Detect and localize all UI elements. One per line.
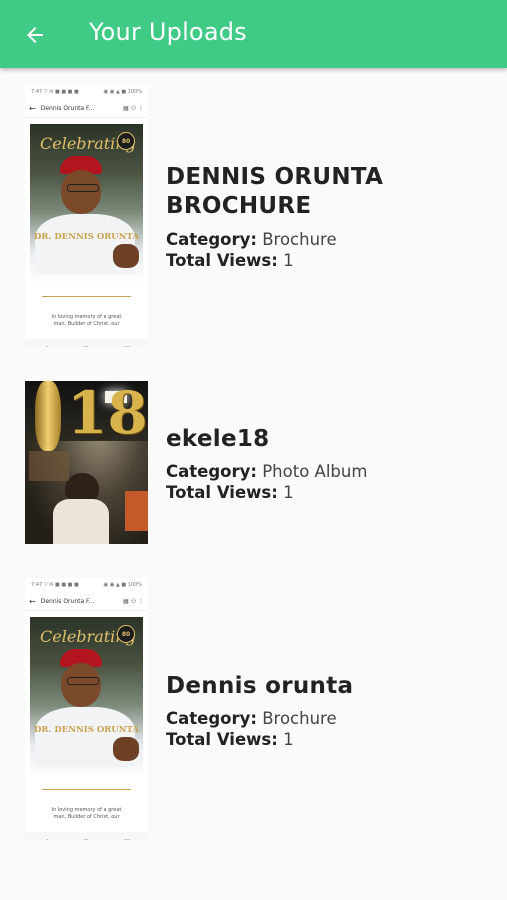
upload-views: Total Views: 1 (166, 730, 294, 749)
brochure-page: In loving memory of a great man, Builder… (30, 284, 143, 339)
brochure-thumbnail: 7:47 ▽ ✉ ■ ■ ■ ■ ▣ ▣ ▲ ■ 100% ← Dennis Or… (25, 85, 148, 347)
upload-title: Dennis orunta (166, 673, 354, 699)
upload-views: Total Views: 1 (166, 251, 294, 270)
upload-item[interactable]: 7:47 ▽ ✉ ■ ■ ■ ■ ▣ ▣ ▲ ■ 100% ← Dennis Or… (0, 85, 507, 347)
brochure-thumbnail: 7:47 ▽ ✉ ■ ■ ■ ■ ▣ ▣ ▲ ■ 100% ← Dennis Or… (25, 578, 148, 840)
page-title: Your Uploads (89, 18, 247, 46)
upload-info: ekele18 Category: Photo Album Total View… (166, 425, 367, 503)
birthday-photo: 18 (25, 381, 148, 544)
upload-category: Category: Brochure (166, 230, 337, 249)
upload-item[interactable]: 18 ekele18 Category: Photo Album Total V… (0, 381, 507, 544)
phone-status-bar: 7:47 ▽ ✉ ■ ■ ■ ■ ▣ ▣ ▲ ■ 100% (31, 89, 142, 95)
phone-app-bar: ← Dennis Orunta F... ▤ ⚇ ⋮ (25, 99, 148, 118)
upload-category: Category: Photo Album (166, 462, 368, 481)
upload-title: ekele18 (166, 426, 270, 452)
back-button[interactable] (14, 14, 56, 56)
upload-title: DENNIS ORUNTA BROCHURE (166, 164, 384, 219)
app-bar: Your Uploads (0, 0, 507, 68)
phone-status-bar: 7:47 ▽ ✉ ■ ■ ■ ■ ▣ ▣ ▲ ■ 100% (31, 582, 142, 588)
arrow-left-icon (27, 27, 43, 43)
upload-category: Category: Brochure (166, 709, 337, 728)
phone-nav-bar: ◁○□ (25, 832, 148, 840)
upload-info: DENNIS ORUNTA BROCHURE Category: Brochur… (166, 163, 406, 271)
upload-info: Dennis orunta Category: Brochure Total V… (166, 672, 353, 750)
poster-image: Celebrating 80 DR. DENNIS ORUNTA (30, 617, 143, 777)
phone-app-bar: ← Dennis Orunta F... ▤ ⚇ ⋮ (25, 592, 148, 611)
phone-nav-bar: ◁○□ (25, 339, 148, 347)
brochure-page: In loving memory of a great man, Builder… (30, 777, 143, 832)
photo-thumbnail: 18 (25, 381, 148, 544)
upload-views: Total Views: 1 (166, 483, 294, 502)
poster-image: Celebrating 80 DR. DENNIS ORUNTA (30, 124, 143, 284)
upload-item[interactable]: 7:47 ▽ ✉ ■ ■ ■ ■ ▣ ▣ ▲ ■ 100% ← Dennis Or… (0, 578, 507, 840)
